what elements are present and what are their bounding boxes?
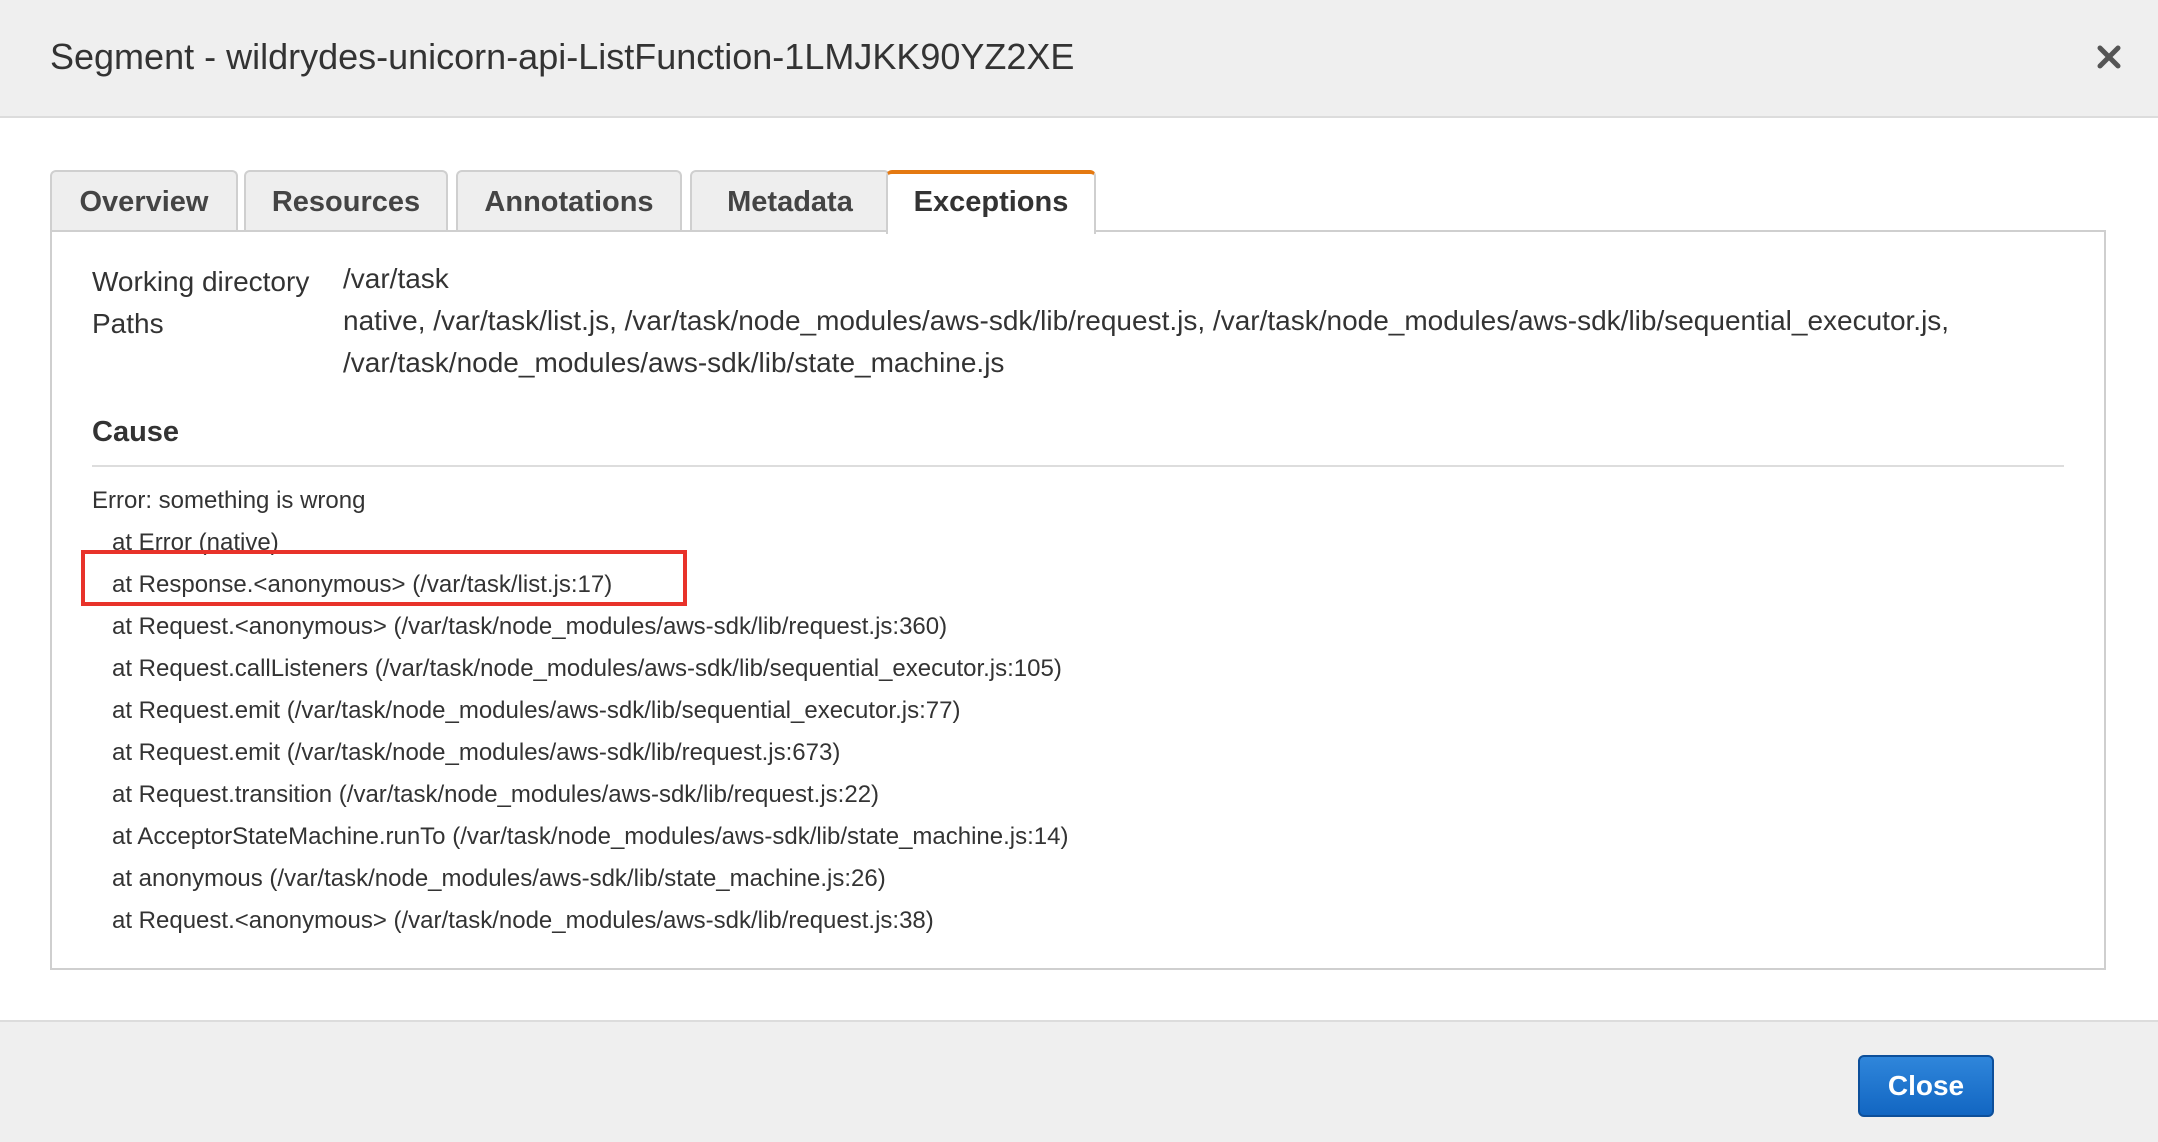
working-directory-value: /var/task [343, 263, 449, 294]
stack-frame-highlighted: at Response.<anonymous> (/var/task/list.… [112, 571, 613, 598]
tab-resources[interactable]: Resources [244, 170, 448, 230]
dialog-footer: Close [0, 1020, 2158, 1142]
stack-frame: at Error (native) [112, 529, 279, 556]
cause-heading: Cause [92, 416, 180, 448]
stack-frame: at anonymous (/var/task/node_modules/aws… [112, 865, 886, 892]
dialog-header: Segment - wildrydes-unicorn-api-ListFunc… [0, 0, 2158, 118]
close-icon[interactable] [2092, 40, 2126, 74]
tab-overview[interactable]: Overview [50, 170, 238, 230]
paths-label: Paths [92, 308, 164, 339]
stack-frame: at Request.emit (/var/task/node_modules/… [112, 739, 841, 766]
exceptions-panel: Working directory /var/task Paths native… [50, 230, 2106, 970]
dialog-title: Segment - wildrydes-unicorn-api-ListFunc… [50, 36, 1075, 77]
tab-metadata[interactable]: Metadata [690, 170, 890, 230]
close-button[interactable]: Close [1858, 1055, 1994, 1117]
divider [92, 465, 2064, 467]
stack-frame: at Request.callListeners (/var/task/node… [112, 655, 1062, 682]
stack-frame: at AcceptorStateMachine.runTo (/var/task… [112, 823, 1069, 850]
stack-frame: at Request.<anonymous> (/var/task/node_m… [112, 613, 948, 640]
working-directory-label: Working directory [92, 266, 310, 297]
error-message: Error: something is wrong [92, 487, 366, 514]
stack-trace: Error: something is wrong at Error (nati… [92, 480, 1068, 942]
paths-value-line-2: /var/task/node_modules/aws-sdk/lib/state… [343, 347, 1005, 378]
paths-value-line-1: native, /var/task/list.js, /var/task/nod… [343, 305, 1950, 336]
stack-frame: at Request.transition (/var/task/node_mo… [112, 781, 880, 808]
stack-frame: at Request.emit (/var/task/node_modules/… [112, 697, 961, 724]
segment-dialog: Segment - wildrydes-unicorn-api-ListFunc… [0, 0, 2158, 1142]
tab-annotations[interactable]: Annotations [456, 170, 682, 230]
stack-frame: at Request.<anonymous> (/var/task/node_m… [112, 907, 934, 934]
tab-exceptions[interactable]: Exceptions [886, 170, 1096, 234]
